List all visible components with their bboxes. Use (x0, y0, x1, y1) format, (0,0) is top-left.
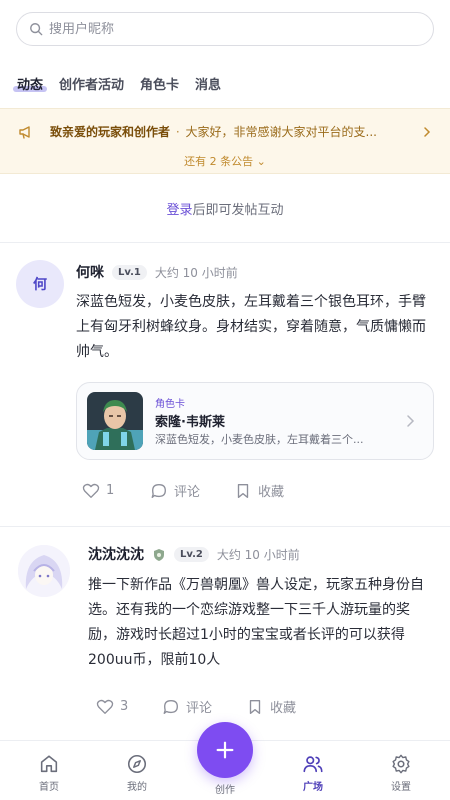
nav-mine[interactable]: 我的 (107, 753, 167, 793)
nav-home-label: 首页 (39, 782, 59, 793)
like-button[interactable]: 3 (96, 698, 162, 716)
author-name[interactable]: 沈沈沈沈 (88, 544, 144, 564)
collect-button[interactable]: 收藏 (234, 481, 284, 500)
nav-settings-label: 设置 (391, 782, 411, 793)
heart-icon (96, 699, 114, 714)
comment-icon (151, 483, 166, 498)
compass-icon (127, 754, 147, 774)
post-time: 大约 10 小时前 (216, 547, 300, 562)
shield-icon (152, 547, 166, 561)
announcement-text: 致亲爱的玩家和创作者 · 大家好，非常感谢大家对平台的支... (50, 123, 410, 140)
create-button[interactable] (197, 722, 253, 778)
collect-button[interactable]: 收藏 (246, 697, 296, 716)
more-announcements-label: 还有 2 条公告 (184, 155, 254, 168)
home-icon (40, 755, 58, 773)
like-count: 1 (106, 483, 115, 498)
collect-label: 收藏 (258, 485, 285, 500)
nav-plaza[interactable]: 广场 (283, 753, 343, 793)
collect-label: 收藏 (270, 701, 297, 716)
comment-button[interactable]: 评论 (150, 481, 234, 500)
chevron-down-icon: ⌄ (256, 155, 266, 168)
like-count: 3 (120, 699, 129, 714)
plus-icon (216, 741, 234, 759)
comment-button[interactable]: 评论 (162, 697, 246, 716)
announcement-body: 大家好，非常感谢大家对平台的支... (185, 125, 377, 139)
author-name[interactable]: 何咪 (76, 262, 104, 282)
bookmark-icon (237, 483, 249, 498)
nav-home[interactable]: 首页 (19, 753, 79, 793)
announcement-banner[interactable]: 致亲爱的玩家和创作者 · 大家好，非常感谢大家对平台的支... 还有 2 条公告… (0, 108, 450, 174)
search-bar[interactable] (16, 12, 434, 46)
card-description: 深蓝色短发，小麦色皮肤，左耳戴着三个... (155, 433, 364, 446)
tab-feed[interactable]: 动态 (12, 74, 48, 93)
announcement-title: 致亲爱的玩家和创作者 (50, 125, 171, 139)
login-prompt: 登录 后即可发帖互动 (0, 175, 450, 243)
level-badge: Lv.2 (174, 546, 209, 562)
megaphone-icon (19, 125, 30, 139)
post-card[interactable]: 沈沈沈沈 Lv.2 大约 10 小时前 推一下新作品《万兽朝凰》兽人设定，玩家五… (0, 527, 450, 737)
tab-creator-events[interactable]: 创作者活动 (58, 74, 125, 93)
more-announcements[interactable]: 还有 2 条公告 ⌄ (0, 153, 450, 169)
like-button[interactable]: 1 (82, 482, 150, 500)
login-prompt-text: 后即可发帖互动 (192, 203, 284, 218)
search-input[interactable] (49, 21, 409, 37)
users-icon (303, 756, 323, 773)
card-name: 索隆·韦斯莱 (155, 415, 225, 430)
chevron-right-icon[interactable] (422, 126, 432, 137)
post-time: 大约 10 小时前 (154, 265, 238, 280)
bookmark-icon (249, 699, 261, 714)
feed-tabs: 动态 创作者活动 角色卡 消息 (12, 74, 222, 93)
comment-label: 评论 (186, 701, 213, 716)
post-card[interactable]: 何 何咪 Lv.1 大约 10 小时前 深蓝色短发，小麦色皮肤，左耳戴着三个银色… (0, 244, 450, 526)
nav-plaza-label: 广场 (303, 782, 323, 793)
card-tag: 角色卡 (155, 399, 185, 410)
nav-settings[interactable]: 设置 (371, 753, 431, 793)
create-label: 创作 (215, 785, 235, 796)
gear-icon (392, 754, 410, 774)
search-icon (30, 23, 43, 36)
level-badge: Lv.1 (112, 264, 147, 280)
avatar[interactable]: 何 (16, 260, 64, 308)
tab-messages[interactable]: 消息 (194, 74, 222, 93)
tab-character-cards[interactable]: 角色卡 (139, 74, 180, 93)
character-card-image (87, 392, 143, 450)
heart-icon (82, 483, 100, 498)
avatar[interactable] (18, 545, 70, 597)
announcement-separator: · (175, 125, 180, 139)
post-content[interactable]: 深蓝色短发，小麦色皮肤，左耳戴着三个银色耳环，手臂上有匈牙利树蜂纹身。身材结实，… (76, 290, 428, 365)
post-content[interactable]: 推一下新作品《万兽朝凰》兽人设定，玩家五种身份自选。还有我的一个恋综游戏整一下三… (88, 573, 434, 673)
login-link[interactable]: 登录 (166, 199, 192, 218)
character-card[interactable]: 角色卡 索隆·韦斯莱 深蓝色短发，小麦色皮肤，左耳戴着三个... (76, 382, 434, 460)
comment-label: 评论 (174, 485, 201, 500)
comment-icon (163, 699, 178, 714)
nav-mine-label: 我的 (127, 782, 147, 793)
chevron-right-icon (407, 415, 415, 427)
